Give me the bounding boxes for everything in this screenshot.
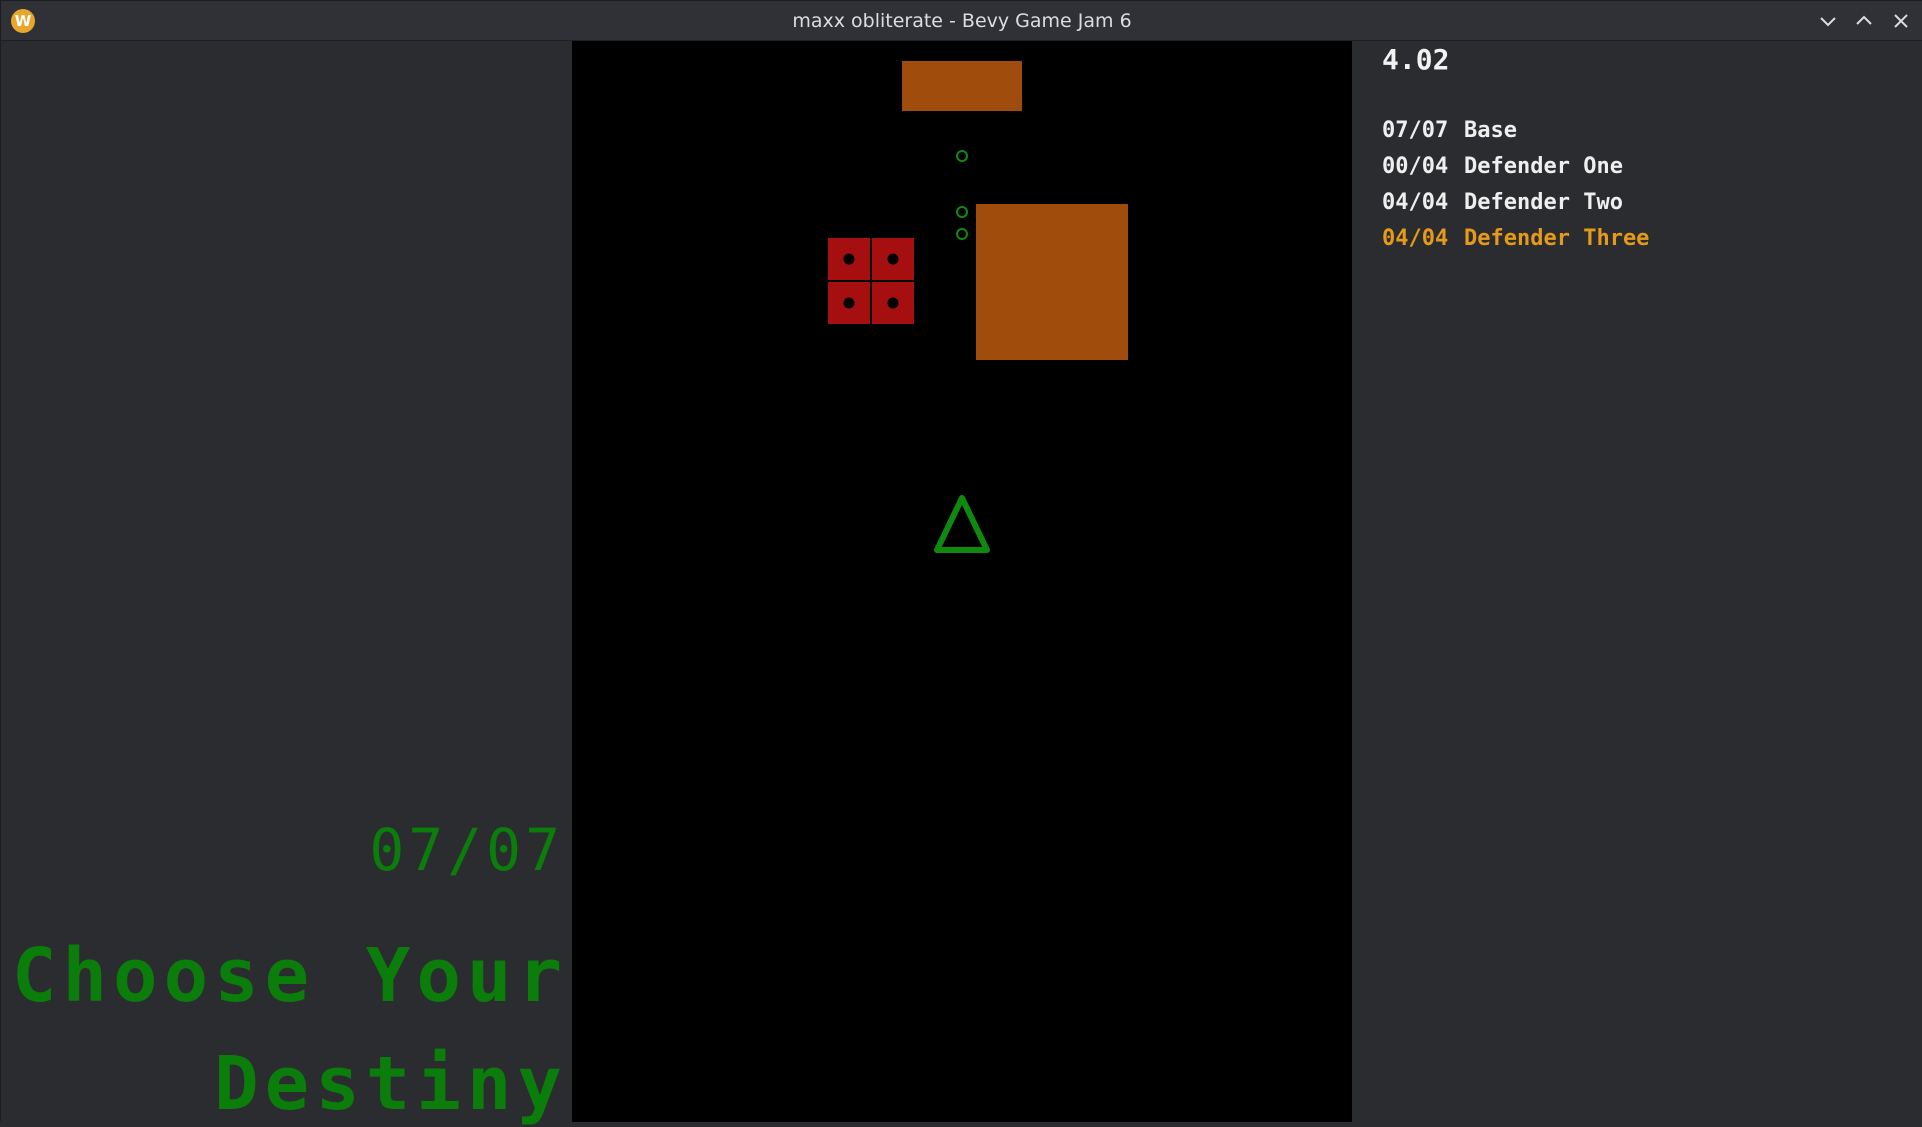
bullet [956, 228, 968, 240]
maximize-button[interactable] [1850, 7, 1878, 35]
timer: 4.02 [1382, 43, 1450, 76]
game-arena[interactable] [572, 41, 1352, 1122]
stage-name: Defender One [1464, 154, 1623, 179]
stage-item-defender-two: 04/04 Defender Two [1382, 185, 1649, 221]
title-bar[interactable]: W maxx obliterate - Bevy Game Jam 6 [1, 1, 1922, 41]
minimize-button[interactable] [1814, 7, 1842, 35]
enemy-block-top [902, 61, 1022, 111]
window-title: maxx obliterate - Bevy Game Jam 6 [792, 10, 1132, 32]
stage-name: Base [1464, 118, 1517, 143]
stage-list: 07/07 Base 00/04 Defender One 04/04 Defende… [1382, 113, 1649, 257]
stage-count: 04/04 [1382, 190, 1449, 215]
close-button[interactable] [1887, 7, 1915, 35]
chevron-up-icon [1856, 15, 1872, 25]
destiny-message-line2: Destiny [214, 1041, 568, 1127]
stage-item-base: 07/07 Base [1382, 113, 1649, 149]
stage-name: Defender Three [1464, 226, 1650, 251]
stage-item-defender-three: 04/04 Defender Three [1382, 221, 1649, 257]
player-ship [934, 495, 990, 553]
dice-enemy [828, 238, 914, 324]
destiny-message-line1: Choose Your [11, 933, 568, 1019]
right-panel: 4.02 07/07 Base 00/04 Defender One 04/04 De… [1352, 41, 1922, 1122]
left-panel: 07/07 Choose Your Destiny [1, 41, 572, 1127]
stage-count: 00/04 [1382, 154, 1449, 179]
stage-item-defender-one: 00/04 Defender One [1382, 149, 1649, 185]
arena-canvas[interactable] [572, 41, 1352, 1122]
stage-name: Defender Two [1464, 190, 1623, 215]
bullet [956, 206, 968, 218]
stage-count: 04/04 [1382, 226, 1449, 251]
enemy-block-large [976, 204, 1128, 360]
close-icon [1894, 14, 1908, 28]
chevron-down-icon [1820, 17, 1836, 27]
bullet [956, 150, 968, 162]
game-window: W maxx obliterate - Bevy Game Jam 6 07/0… [0, 0, 1922, 1127]
stage-count: 07/07 [1382, 118, 1449, 143]
progress-count: 07/07 [369, 816, 564, 884]
